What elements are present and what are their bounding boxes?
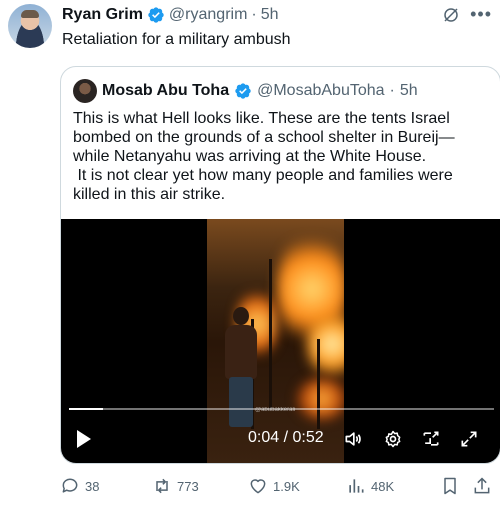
video-time-separator: / bbox=[283, 429, 289, 446]
repost-count: 773 bbox=[177, 478, 199, 494]
views-count: 48K bbox=[371, 478, 395, 494]
video-time: 0:04 / 0:52 bbox=[248, 429, 324, 447]
quoted-timestamp: 5h bbox=[399, 82, 418, 99]
quoted-author-handle: @MosabAbuToha bbox=[257, 82, 385, 99]
bookmark-button[interactable] bbox=[440, 476, 460, 496]
video-player[interactable]: @abubakkerali 0:04 / 0:52 bbox=[61, 219, 500, 463]
quoted-separator: · bbox=[389, 82, 395, 99]
like-button[interactable]: 1.9K bbox=[248, 476, 300, 496]
quoted-author-name: Mosab Abu Toha bbox=[102, 82, 230, 99]
quoted-header: Mosab Abu Toha @MosabAbuToha · 5h bbox=[73, 79, 418, 103]
video-duration: 0:52 bbox=[292, 429, 324, 446]
tweet[interactable]: Ryan Grim @ryangrim · 5h ••• Retaliation… bbox=[0, 0, 500, 506]
views-icon bbox=[349, 479, 364, 493]
quoted-text-line: while Netanyahu was arriving at the Whit… bbox=[73, 148, 427, 165]
video-current-time: 0:04 bbox=[248, 429, 280, 446]
share-icon bbox=[474, 477, 490, 494]
like-count: 1.9K bbox=[273, 478, 300, 494]
video-progress-fill bbox=[69, 408, 103, 410]
quoted-text-line: This is what Hell looks like. These are … bbox=[73, 110, 450, 127]
views-button[interactable]: 48K bbox=[346, 476, 394, 496]
verified-badge-icon bbox=[148, 7, 164, 23]
separator: · bbox=[251, 6, 257, 23]
more-icon[interactable]: ••• bbox=[470, 4, 492, 25]
settings-icon[interactable] bbox=[383, 429, 403, 449]
share-button[interactable] bbox=[472, 476, 492, 496]
bookmark-icon bbox=[444, 477, 456, 495]
like-icon bbox=[250, 479, 266, 494]
grok-icon[interactable] bbox=[442, 6, 460, 24]
reply-button[interactable]: 38 bbox=[60, 476, 99, 496]
verified-badge-icon bbox=[235, 83, 251, 99]
quoted-text-line: bombed on the grounds of a school shelte… bbox=[73, 129, 455, 146]
quoted-avatar bbox=[73, 79, 97, 103]
quoted-text-line: It is not clear yet how many people and … bbox=[73, 167, 453, 184]
video-progress-bar[interactable] bbox=[69, 408, 494, 410]
picture-in-picture-icon[interactable] bbox=[421, 429, 441, 449]
author-handle[interactable]: @ryangrim bbox=[169, 5, 247, 25]
quoted-text-line: killed in this air strike. bbox=[73, 186, 226, 203]
tweet-text: Retaliation for a military ambush bbox=[62, 31, 291, 48]
quoted-tweet[interactable]: Mosab Abu Toha @MosabAbuToha · 5h This i… bbox=[60, 66, 500, 464]
reply-icon bbox=[62, 478, 78, 493]
timestamp[interactable]: 5h bbox=[261, 5, 279, 25]
action-bar: 38 773 1.9K 48K bbox=[52, 476, 500, 498]
video-controls: 0:04 / 0:52 bbox=[61, 423, 500, 455]
reply-count: 38 bbox=[85, 478, 100, 494]
tweet-header: Ryan Grim @ryangrim · 5h bbox=[62, 5, 279, 25]
quoted-text: This is what Hell looks like. These are … bbox=[73, 109, 491, 204]
author-name[interactable]: Ryan Grim bbox=[62, 5, 143, 25]
repost-icon bbox=[156, 478, 168, 494]
avatar[interactable] bbox=[8, 4, 52, 48]
volume-icon[interactable] bbox=[343, 429, 363, 449]
play-icon[interactable] bbox=[77, 430, 91, 448]
fullscreen-icon[interactable] bbox=[459, 429, 479, 449]
repost-button[interactable]: 773 bbox=[152, 476, 199, 496]
